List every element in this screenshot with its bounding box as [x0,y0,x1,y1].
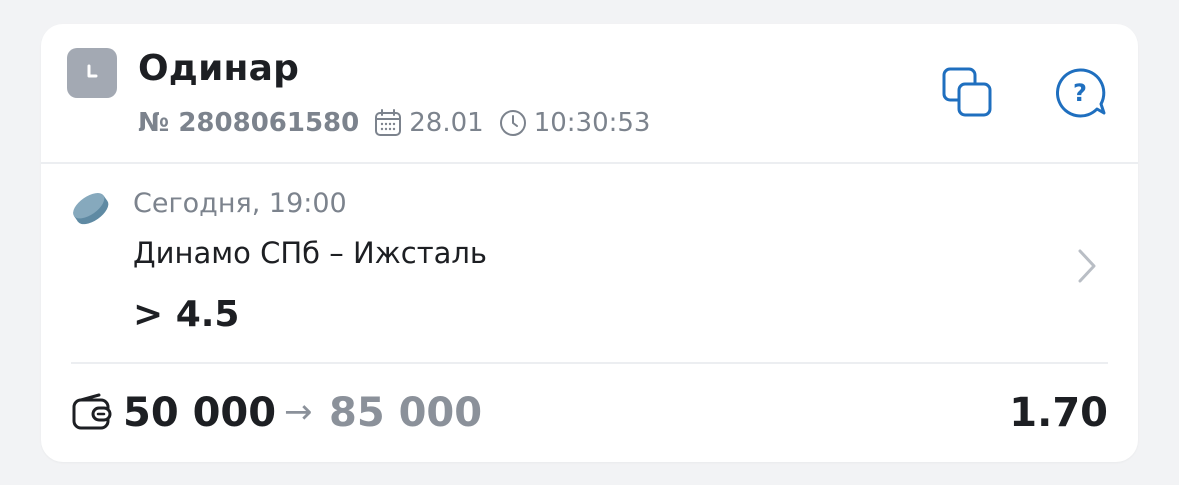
bet-number: № 2808061580 [138,108,360,138]
stake-amount: 50 000 [123,390,277,436]
bet-time-text: 10:30:53 [533,108,651,138]
event-match: Динамо СПб – Ижсталь [133,236,488,270]
bet-time: 10:30:53 [498,108,651,138]
copy-icon [942,67,992,117]
help-button[interactable]: ? [1053,66,1107,120]
bet-odds: 1.70 [1009,390,1108,436]
calendar-icon [375,109,402,136]
bet-event-row[interactable]: Сегодня, 19:00 Динамо СПб – Ижсталь > 4.… [41,164,1138,362]
bet-header: Одинар № 2808061580 28.01 10:30:53 ? [41,24,1138,164]
event-pick: > 4.5 [133,294,240,335]
clock-icon [67,48,117,98]
copy-button[interactable] [941,66,995,120]
bet-type-title: Одинар [138,48,300,89]
hockey-puck-icon [73,193,109,225]
event-datetime: Сегодня, 19:00 [133,188,347,219]
payout-amount: 85 000 [329,390,483,436]
payout-arrow: → [284,392,313,432]
bet-meta: № 2808061580 28.01 10:30:53 [138,108,650,138]
bet-card: Одинар № 2808061580 28.01 10:30:53 ? Сег… [41,24,1138,462]
wallet-icon [72,393,112,430]
bet-date: 28.01 [373,108,484,138]
bet-footer: 50 000 → 85 000 1.70 [41,376,1138,456]
chevron-right-icon[interactable] [1075,246,1099,286]
divider [71,362,1108,364]
clock-outline-icon [499,110,526,136]
bet-date-text: 28.01 [409,108,484,138]
svg-text:?: ? [1073,79,1087,107]
help-chat-icon: ? [1055,68,1106,118]
